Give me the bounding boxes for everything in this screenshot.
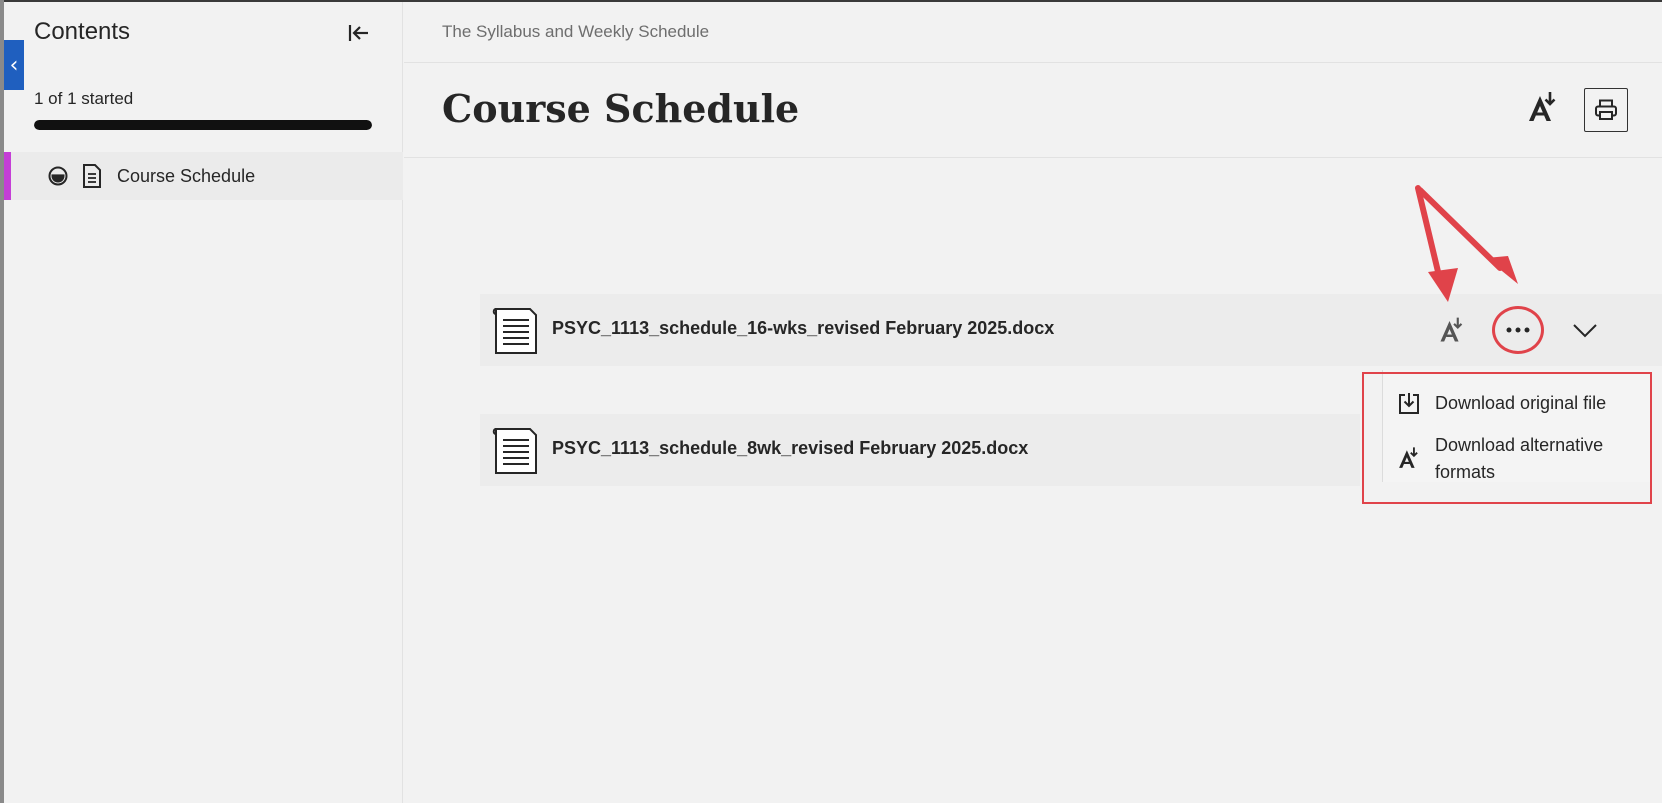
file-row: PSYC_1113_schedule_16-wks_revised Februa…: [480, 294, 1662, 366]
chevron-down-icon[interactable]: [1570, 316, 1600, 344]
contents-sidebar: ‹ Contents 1 of 1 started Course Schedul…: [4, 2, 403, 803]
document-icon: [83, 164, 101, 188]
header-divider: [404, 62, 1662, 63]
collapse-left-icon: [348, 25, 368, 41]
menu-item-label: Download original file: [1435, 393, 1607, 413]
menu-item-label-line2: formats: [1435, 462, 1496, 482]
printer-icon: [1595, 99, 1617, 120]
menu-item-label: Download alternative: [1435, 435, 1604, 455]
sidebar-item-course-schedule[interactable]: Course Schedule: [4, 152, 403, 200]
started-status-icon: [48, 166, 68, 186]
more-options-button[interactable]: [1492, 306, 1544, 354]
sidebar-item-label: Course Schedule: [117, 166, 256, 186]
alternative-formats-icon[interactable]: [1526, 90, 1560, 124]
collapse-sidebar-button[interactable]: [344, 18, 374, 48]
document-file-icon: [492, 308, 537, 354]
document-file-icon: [492, 428, 537, 474]
sidebar-title: Contents: [34, 18, 131, 45]
selected-accent: [4, 152, 11, 200]
download-icon: [1399, 393, 1419, 414]
progress-label: 1 of 1 started: [34, 89, 134, 108]
file-row: PSYC_1113_schedule_8wk_revised February …: [480, 414, 1360, 486]
menu-item-download-alternative[interactable]: Download alternative formats: [1383, 432, 1653, 486]
progress-bar-fill: [34, 120, 372, 130]
alternative-formats-icon[interactable]: [1438, 316, 1466, 344]
back-tab[interactable]: ‹: [4, 40, 24, 90]
file-name-link[interactable]: PSYC_1113_schedule_8wk_revised February …: [552, 438, 1028, 459]
file-options-menu: Download original file Download alternat…: [1382, 370, 1652, 482]
print-button[interactable]: [1584, 88, 1628, 132]
annotation-circle: [1492, 306, 1544, 354]
title-divider: [404, 157, 1662, 158]
progress-bar: [34, 120, 372, 130]
menu-item-download-original[interactable]: Download original file: [1383, 388, 1653, 422]
file-name-link[interactable]: PSYC_1113_schedule_16-wks_revised Februa…: [552, 318, 1054, 339]
page-title: Course Schedule: [442, 86, 800, 131]
breadcrumb[interactable]: The Syllabus and Weekly Schedule: [442, 22, 709, 42]
chevron-left-icon: ‹: [9, 52, 19, 78]
alternative-formats-icon: [1399, 447, 1418, 468]
